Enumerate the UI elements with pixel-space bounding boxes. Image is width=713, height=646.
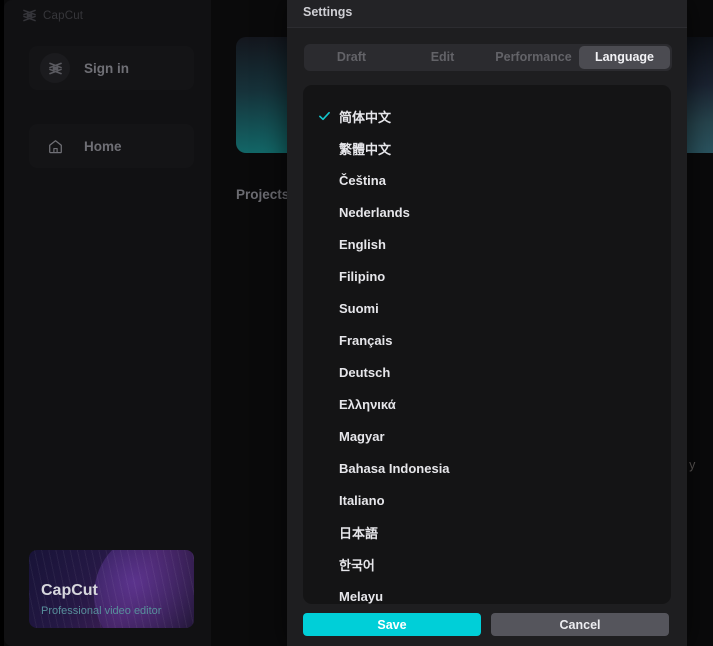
- language-item[interactable]: Italiano: [303, 484, 671, 516]
- sidebar-item-label-home: Home: [84, 138, 122, 154]
- language-item[interactable]: Čeština: [303, 164, 671, 196]
- language-item[interactable]: Deutsch: [303, 356, 671, 388]
- language-item-label: Nederlands: [339, 204, 410, 220]
- promo-subtitle: Professional video editor: [41, 605, 162, 617]
- promo-card[interactable]: CapCut Professional video editor: [29, 550, 194, 628]
- app-window: CapCut Sign in Home CapCut Professional …: [0, 0, 713, 646]
- language-item[interactable]: Français: [303, 324, 671, 356]
- language-item[interactable]: Magyar: [303, 420, 671, 452]
- language-item-label: 日本語: [339, 525, 379, 541]
- settings-tabbar: Draft Edit Performance Language: [304, 44, 672, 71]
- save-button[interactable]: Save: [303, 613, 481, 636]
- language-item[interactable]: 日本語: [303, 516, 671, 548]
- projects-tile-label: Projects: [236, 187, 290, 202]
- brand-label: CapCut: [43, 9, 84, 22]
- language-item-label: Suomi: [339, 300, 379, 316]
- tab-draft[interactable]: Draft: [306, 46, 397, 69]
- sidebar-item-home[interactable]: Home: [29, 124, 194, 168]
- language-item[interactable]: Nederlands: [303, 196, 671, 228]
- sidebar-item-sign-in[interactable]: Sign in: [29, 46, 194, 90]
- language-item[interactable]: 한국어: [303, 548, 671, 580]
- language-item-label: 繁體中文: [339, 141, 392, 157]
- language-item[interactable]: Suomi: [303, 292, 671, 324]
- language-item-label: Italiano: [339, 492, 385, 508]
- dialog-footer: Save Cancel: [287, 604, 687, 646]
- language-list[interactable]: 简体中文繁體中文 Čeština Nederlands English Filipino…: [303, 85, 671, 604]
- language-item-label: Magyar: [339, 428, 385, 444]
- language-item-label: Bahasa Indonesia: [339, 460, 450, 476]
- capcut-avatar-icon: [40, 53, 70, 83]
- brand: CapCut: [22, 9, 83, 22]
- language-item-label: Melayu: [339, 588, 384, 604]
- language-item[interactable]: Filipino: [303, 260, 671, 292]
- language-item-label: Deutsch: [339, 364, 391, 380]
- sidebar-item-label-sign-in: Sign in: [84, 60, 129, 76]
- language-item[interactable]: 繁體中文: [303, 132, 671, 164]
- promo-title: CapCut: [41, 582, 98, 599]
- cancel-button[interactable]: Cancel: [491, 613, 669, 636]
- language-item[interactable]: English: [303, 228, 671, 260]
- language-item[interactable]: Ελληνικά: [303, 388, 671, 420]
- language-item-label: Ελληνικά: [339, 396, 396, 412]
- tab-language[interactable]: Language: [579, 46, 670, 69]
- language-item[interactable]: Melayu: [303, 580, 671, 604]
- language-item-label: 简体中文: [339, 109, 392, 125]
- home-icon: [40, 131, 70, 161]
- language-item-label: 한국어: [339, 557, 375, 573]
- language-item-label: Français: [339, 332, 393, 348]
- language-item-label: Filipino: [339, 268, 386, 284]
- tab-performance[interactable]: Performance: [488, 46, 579, 69]
- language-item-label: English: [339, 236, 386, 252]
- capcut-logo-icon: [23, 9, 36, 22]
- language-item[interactable]: Bahasa Indonesia: [303, 452, 671, 484]
- tab-edit[interactable]: Edit: [397, 46, 488, 69]
- check-icon: [319, 111, 330, 121]
- dialog-title: Settings: [303, 5, 353, 19]
- language-panel: 简体中文繁體中文 Čeština Nederlands English Filipino…: [303, 85, 671, 604]
- settings-dialog: Settings Draft Edit Performance Language 简体…: [287, 0, 687, 646]
- sidebar: CapCut Sign in Home CapCut Professional …: [4, 0, 211, 646]
- language-item[interactable]: 简体中文: [303, 100, 671, 132]
- language-item-label: Čeština: [339, 172, 386, 188]
